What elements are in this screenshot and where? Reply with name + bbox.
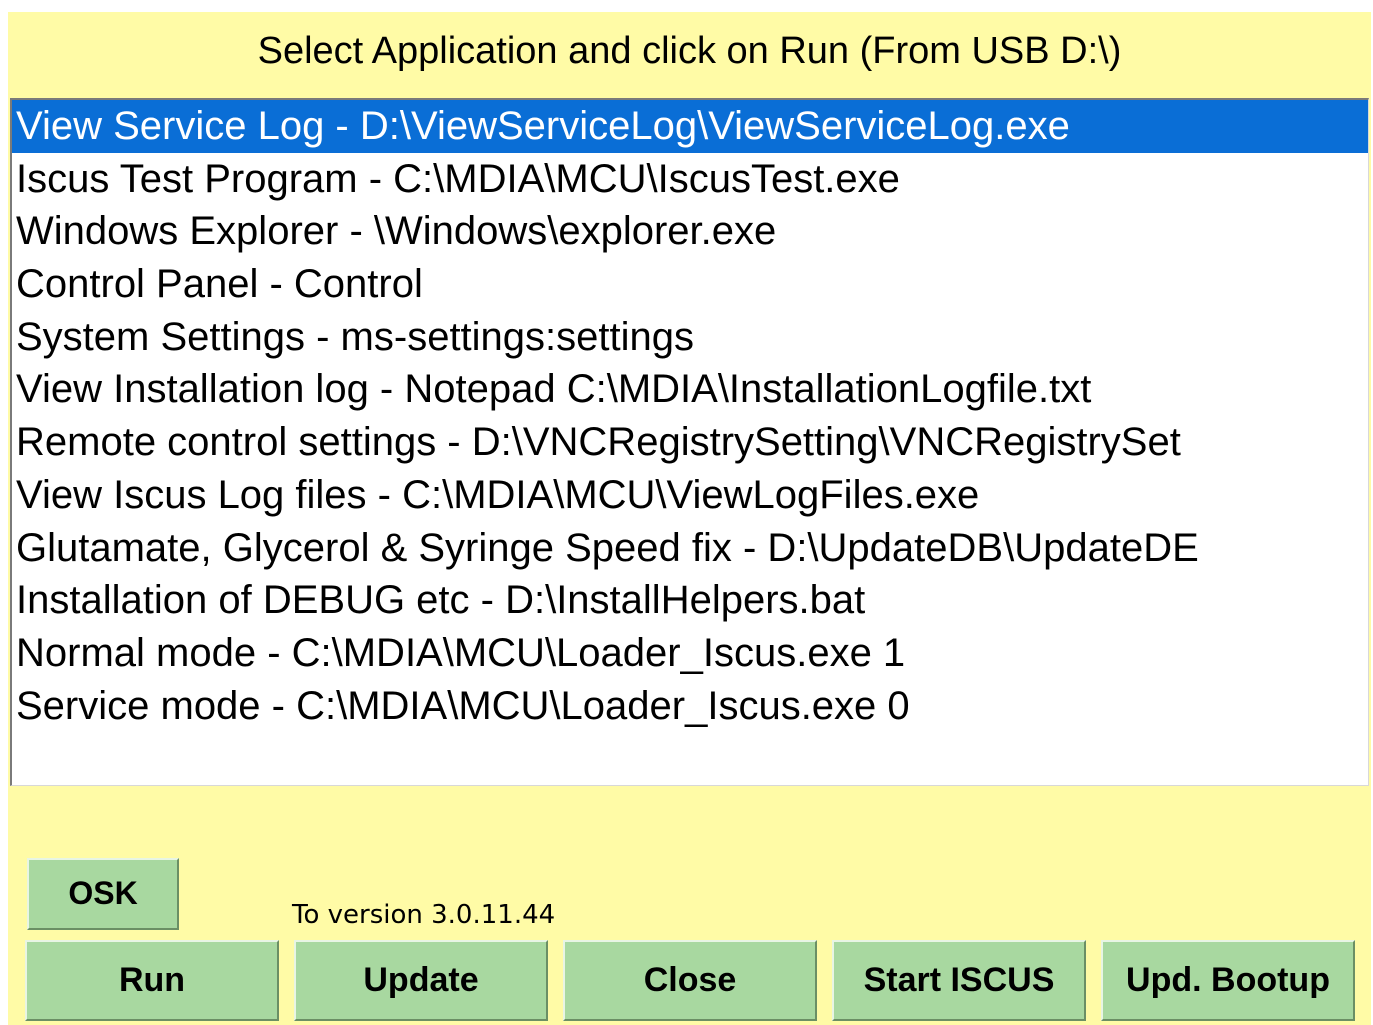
- application-listbox[interactable]: View Service Log - D:\ViewServiceLog\Vie…: [10, 98, 1369, 786]
- list-item-normal-mode[interactable]: Normal mode - C:\MDIA\MCU\Loader_Iscus.e…: [12, 627, 1368, 680]
- close-button[interactable]: Close: [563, 940, 817, 1021]
- upd-bootup-button[interactable]: Upd. Bootup: [1101, 940, 1355, 1021]
- list-item-windows-explorer[interactable]: Windows Explorer - \Windows\explorer.exe: [12, 205, 1368, 258]
- osk-button[interactable]: OSK: [27, 858, 179, 930]
- dialog-title: Select Application and click on Run (Fro…: [257, 30, 1122, 72]
- start-iscus-button[interactable]: Start ISCUS: [832, 940, 1086, 1021]
- list-item-service-mode[interactable]: Service mode - C:\MDIA\MCU\Loader_Iscus.…: [12, 680, 1368, 733]
- run-button[interactable]: Run: [25, 940, 279, 1021]
- list-item-system-settings[interactable]: System Settings - ms-settings:settings: [12, 311, 1368, 364]
- list-item-view-service-log[interactable]: View Service Log - D:\ViewServiceLog\Vie…: [12, 100, 1368, 153]
- list-item-installation-of-debug[interactable]: Installation of DEBUG etc - D:\InstallHe…: [12, 574, 1368, 627]
- list-item-glutamate-glycerol-fix[interactable]: Glutamate, Glycerol & Syringe Speed fix …: [12, 522, 1368, 575]
- list-item-remote-control-settings[interactable]: Remote control settings - D:\VNCRegistry…: [12, 416, 1368, 469]
- list-item-view-installation-log[interactable]: View Installation log - Notepad C:\MDIA\…: [12, 363, 1368, 416]
- launcher-panel: Select Application and click on Run (Fro…: [8, 12, 1371, 1025]
- list-item-view-iscus-log-files[interactable]: View Iscus Log files - C:\MDIA\MCU\ViewL…: [12, 469, 1368, 522]
- list-item-control-panel[interactable]: Control Panel - Control: [12, 258, 1368, 311]
- list-item-iscus-test-program[interactable]: Iscus Test Program - C:\MDIA\MCU\IscusTe…: [12, 153, 1368, 206]
- update-button[interactable]: Update: [294, 940, 548, 1021]
- version-label: To version 3.0.11.44: [292, 900, 556, 930]
